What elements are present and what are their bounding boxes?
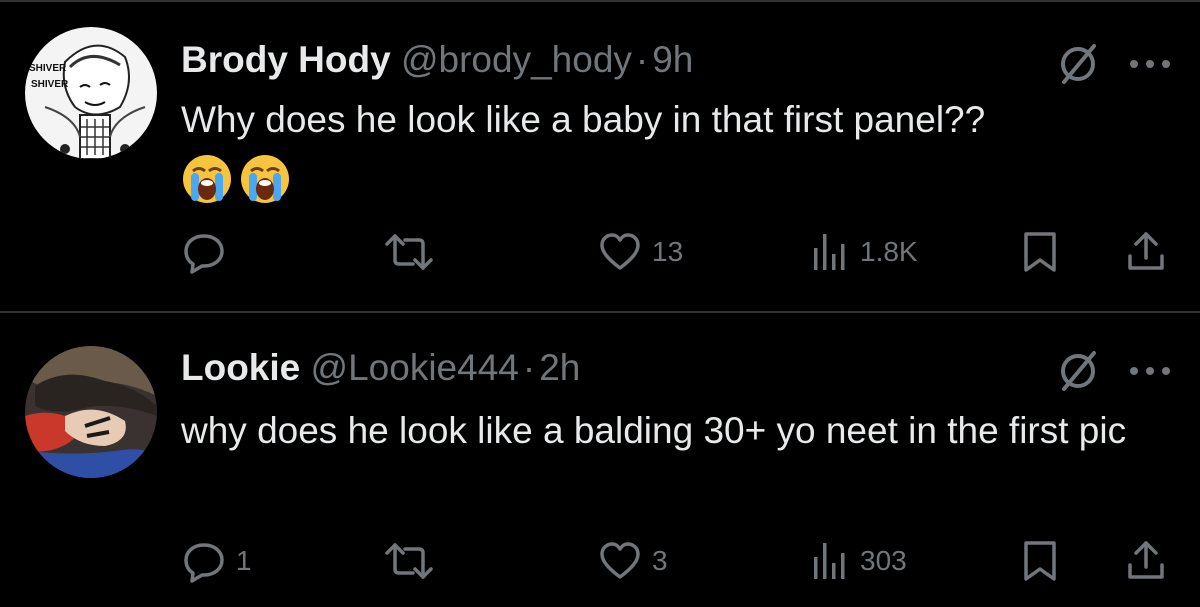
retweet-icon <box>385 234 433 270</box>
share-button[interactable] <box>1124 531 1168 591</box>
loudly-crying-face-icon <box>241 155 289 203</box>
like-icon <box>600 542 640 579</box>
loudly-crying-face-icon <box>183 155 231 203</box>
action-bar: 1 3 303 <box>0 531 1200 591</box>
tweet-1[interactable]: SHIVER SHIVER Brody Hody @brody_hody · 9h … <box>0 0 1200 311</box>
avatar-caption-1: SHIVER <box>29 63 67 74</box>
bookmark-icon <box>1024 232 1056 272</box>
reply-icon <box>184 543 224 583</box>
bookmark-icon <box>1024 541 1056 581</box>
user-handle[interactable]: @Lookie444 <box>311 347 519 388</box>
display-name[interactable]: Lookie <box>181 347 300 388</box>
bookmark-button[interactable] <box>1022 531 1058 591</box>
more-icon[interactable] <box>1128 363 1172 379</box>
views-count: 303 <box>860 545 907 576</box>
views-button[interactable]: 303 <box>810 531 907 591</box>
like-button[interactable]: 13 <box>598 222 683 282</box>
separator-dot: · <box>522 347 536 388</box>
emoji-row <box>181 153 291 205</box>
action-bar: 13 1.8K <box>0 222 1200 282</box>
like-button[interactable]: 3 <box>598 531 668 591</box>
retweet-button[interactable] <box>385 531 443 591</box>
avatar[interactable]: SHIVER SHIVER <box>25 27 157 159</box>
avatar-image <box>25 346 157 478</box>
tweet-text: Why does he look like a baby in that fir… <box>181 99 986 140</box>
retweet-icon <box>385 543 433 579</box>
like-count: 3 <box>652 545 668 576</box>
tweet-header: Lookie @Lookie444 · 2h <box>181 346 580 390</box>
bookmark-button[interactable] <box>1022 222 1058 282</box>
share-button[interactable] <box>1124 222 1168 282</box>
tweet-header: Brody Hody @brody_hody · 9h <box>181 38 693 82</box>
like-icon <box>600 233 640 270</box>
avatar-caption-2: SHIVER <box>31 79 69 90</box>
user-handle[interactable]: @brody_hody <box>401 39 632 80</box>
timestamp[interactable]: 9h <box>652 39 693 80</box>
separator-dot: · <box>635 39 649 80</box>
views-button[interactable]: 1.8K <box>810 222 918 282</box>
avatar-image: SHIVER SHIVER <box>25 27 157 159</box>
tweet-2[interactable]: Lookie @Lookie444 · 2h why does he look li… <box>0 313 1200 607</box>
like-count: 13 <box>652 236 684 267</box>
views-count: 1.8K <box>860 236 918 267</box>
display-name[interactable]: Brody Hody <box>181 39 391 80</box>
share-icon <box>1128 541 1164 579</box>
reply-icon <box>184 234 224 274</box>
share-icon <box>1128 232 1164 270</box>
more-icon[interactable] <box>1128 56 1172 72</box>
views-icon <box>814 234 845 270</box>
retweet-button[interactable] <box>385 222 443 282</box>
reply-button[interactable] <box>182 222 236 282</box>
grok-icon[interactable] <box>1054 40 1102 88</box>
tweet-text: why does he look like a balding 30+ yo n… <box>181 410 1127 451</box>
avatar[interactable] <box>25 346 157 478</box>
reply-button[interactable]: 1 <box>182 531 252 591</box>
reply-count: 1 <box>236 545 252 576</box>
grok-icon[interactable] <box>1054 347 1102 395</box>
views-icon <box>814 543 845 579</box>
timestamp[interactable]: 2h <box>539 347 580 388</box>
